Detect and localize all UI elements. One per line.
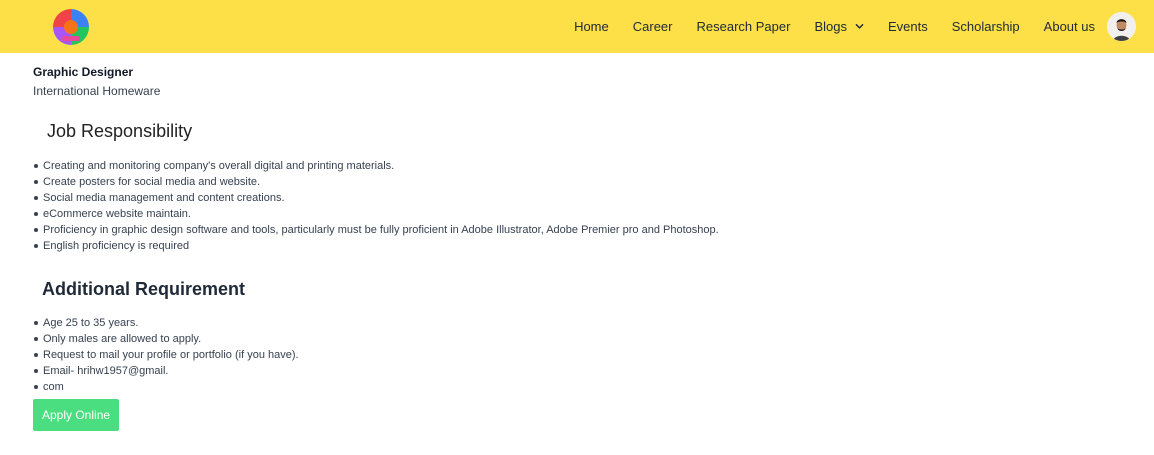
nav-blogs[interactable]: Blogs (814, 19, 864, 34)
list-item: Email- hrihw1957@gmail. (33, 363, 1133, 379)
list-item: Create posters for social media and webs… (33, 174, 1133, 190)
nav-blogs-label: Blogs (814, 19, 847, 34)
list-item: Request to mail your profile or portfoli… (33, 347, 1133, 363)
job-title: Graphic Designer (33, 65, 134, 79)
list-item: eCommerce website maintain. (33, 206, 1133, 222)
responsibility-heading: Job Responsibility (47, 121, 193, 141)
chevron-down-icon[interactable] (855, 22, 864, 31)
apply-online-button[interactable]: Apply Online (33, 399, 120, 431)
nav-home[interactable]: Home (574, 19, 609, 34)
avatar-icon (1107, 12, 1136, 41)
nav-research-paper[interactable]: Research Paper (697, 19, 791, 34)
list-item: Social media management and content crea… (33, 190, 1133, 206)
requirement-list: Age 25 to 35 years. Only males are allow… (33, 315, 1133, 395)
nav-about-us[interactable]: About us (1044, 19, 1095, 34)
list-item: English proficiency is required (33, 238, 1133, 254)
top-navbar: Home Career Research Paper Blogs Events … (0, 0, 1154, 53)
site-logo[interactable] (50, 6, 92, 48)
company-name: International Homeware (33, 84, 161, 98)
list-item: Only males are allowed to apply. (33, 331, 1133, 347)
logo-icon (53, 9, 89, 45)
responsibility-list: Creating and monitoring company's overal… (33, 158, 1133, 254)
main-nav: Home Career Research Paper Blogs Events … (574, 0, 1136, 53)
user-avatar[interactable] (1107, 12, 1136, 41)
requirement-heading: Additional Requirement (42, 279, 246, 299)
job-detail: Graphic Designer International Homeware … (33, 64, 1133, 431)
list-item: Creating and monitoring company's overal… (33, 158, 1133, 174)
nav-events[interactable]: Events (888, 19, 928, 34)
list-item: com (33, 379, 1133, 395)
list-item: Age 25 to 35 years. (33, 315, 1133, 331)
nav-scholarship[interactable]: Scholarship (952, 19, 1020, 34)
nav-career[interactable]: Career (633, 19, 673, 34)
list-item: Proficiency in graphic design software a… (33, 222, 1133, 238)
